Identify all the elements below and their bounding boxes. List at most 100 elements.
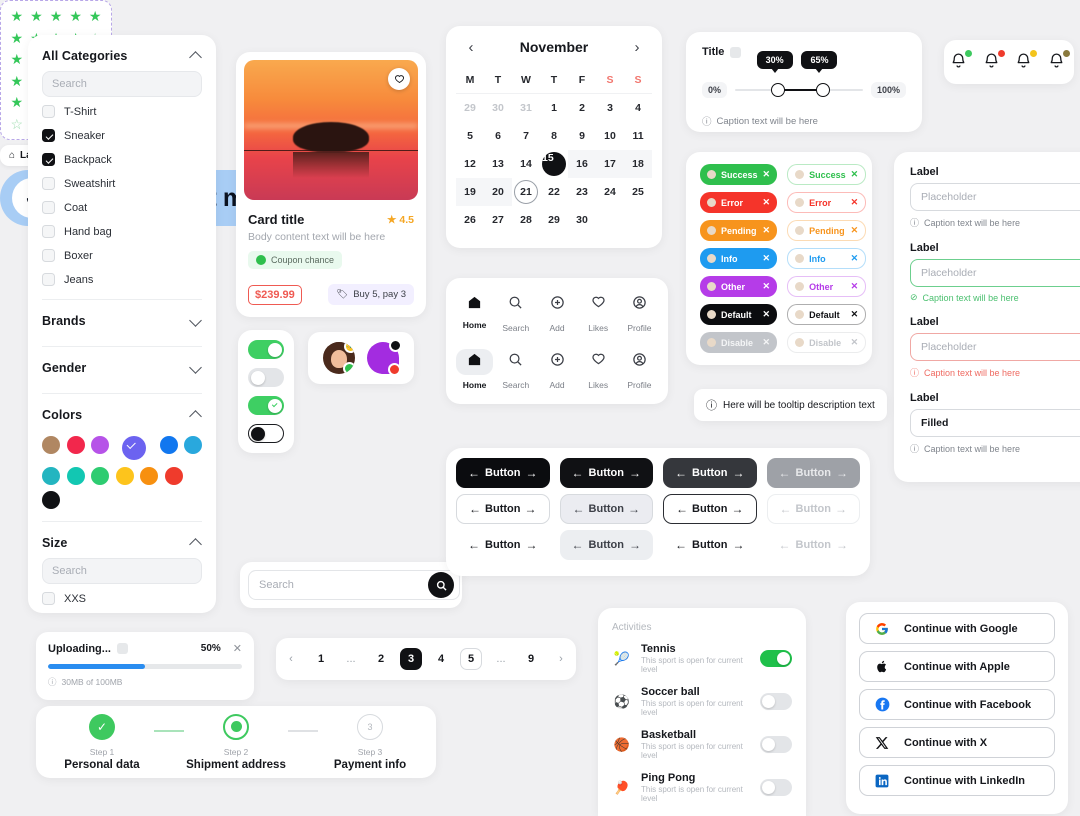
color-swatch[interactable] — [115, 466, 134, 485]
bell-yellow[interactable] — [1015, 50, 1038, 72]
tag-filled-other[interactable]: Other ✕ — [700, 276, 778, 297]
calendar-day[interactable]: 14 — [512, 150, 540, 178]
button-p2[interactable]: ← Button → — [559, 458, 653, 488]
chevron-up-icon[interactable] — [190, 537, 202, 549]
tag-outline-error[interactable]: Error ✕ — [787, 192, 867, 213]
next-month-button[interactable]: › — [628, 38, 646, 56]
page-2[interactable]: 2 — [370, 648, 392, 670]
checkbox[interactable] — [42, 201, 55, 214]
field-input-default[interactable]: Placeholder — [910, 183, 1080, 211]
toggle-off[interactable] — [248, 368, 284, 387]
calendar-day[interactable]: 8 — [540, 122, 568, 150]
tag-filled-default[interactable]: Default ✕ — [700, 304, 778, 325]
section-header-all-categories[interactable]: All Categories — [42, 35, 202, 71]
info-icon[interactable] — [730, 46, 742, 58]
page-9[interactable]: 9 — [520, 648, 542, 670]
page-4[interactable]: 4 — [430, 648, 452, 670]
chevron-up-icon[interactable] — [190, 50, 202, 62]
checkbox[interactable] — [42, 592, 55, 605]
social-button-linkedin[interactable]: Continue with LinkedIn — [859, 765, 1055, 796]
calendar-day[interactable]: 7 — [512, 122, 540, 150]
button-s1[interactable]: ← Button → — [456, 494, 550, 524]
page-3[interactable]: 3 — [400, 648, 422, 670]
tag-outline-pending[interactable]: Pending ✕ — [787, 220, 867, 241]
nav-item-profile[interactable]: Profile — [619, 349, 660, 390]
stepper-step-3[interactable]: 3 Step 3 Payment info — [318, 713, 422, 771]
promo-badge[interactable]: 🏷 Buy 5, pay 3 — [328, 284, 414, 305]
color-swatch[interactable] — [42, 491, 60, 509]
tag-filled-disable[interactable]: Disable ✕ — [700, 332, 778, 353]
tag-close-icon[interactable]: ✕ — [851, 309, 859, 320]
button-s2[interactable]: ← Button → — [559, 494, 653, 524]
checkbox[interactable] — [42, 249, 55, 262]
calendar-day[interactable]: 19 — [456, 178, 484, 206]
page-...[interactable]: ... — [490, 648, 512, 670]
calendar-day[interactable]: 23 — [568, 178, 596, 206]
tag-filled-pending[interactable]: Pending ✕ — [700, 220, 778, 241]
color-swatch[interactable] — [42, 466, 60, 485]
star-filled[interactable]: ★ — [66, 9, 86, 23]
tag-filled-error[interactable]: Error ✕ — [700, 192, 778, 213]
star-filled[interactable]: ★ — [46, 9, 66, 23]
next-page-button[interactable]: › — [550, 648, 572, 670]
calendar-day[interactable]: 1 — [540, 94, 568, 122]
star-empty[interactable]: ☆ — [7, 117, 27, 131]
calendar-day[interactable]: 11 — [624, 122, 652, 150]
calendar-day[interactable]: 5 — [456, 122, 484, 150]
checkbox[interactable] — [42, 177, 55, 190]
size-row[interactable]: XXS — [42, 589, 202, 608]
toggle-on-check[interactable] — [248, 396, 284, 415]
color-swatch[interactable] — [164, 466, 183, 485]
button-p1[interactable]: ← Button → — [456, 458, 550, 488]
tag-close-icon[interactable]: ✕ — [851, 225, 859, 236]
social-button-google[interactable]: Continue with Google — [859, 613, 1055, 644]
calendar-day[interactable]: 29 — [540, 206, 568, 234]
chevron-down-icon[interactable] — [190, 362, 202, 374]
star-filled[interactable]: ★ — [7, 95, 27, 109]
slider-knob-low[interactable] — [770, 82, 785, 97]
section-header-colors[interactable]: Colors — [42, 394, 202, 430]
pagination[interactable]: ‹ 1... 2 3 4 5... 9 › — [276, 638, 576, 680]
color-swatch[interactable] — [159, 436, 178, 454]
page-1[interactable]: 1 — [310, 648, 332, 670]
calendar-day[interactable]: 25 — [624, 178, 652, 206]
cancel-upload-icon[interactable]: ✕ — [233, 642, 242, 655]
calendar-day[interactable]: 9 — [568, 122, 596, 150]
calendar-day[interactable]: 30 — [484, 94, 512, 122]
calendar-day[interactable]: 30 — [568, 206, 596, 234]
tag-outline-disable[interactable]: Disable ✕ — [787, 332, 867, 353]
activity-toggle[interactable] — [760, 779, 792, 796]
toggle-on[interactable] — [248, 340, 284, 359]
slider-track[interactable]: 30% 65% — [735, 50, 863, 97]
nav-item-search[interactable]: Search — [495, 292, 536, 333]
tag-close-icon[interactable]: ✕ — [851, 197, 859, 208]
nav-item-search[interactable]: Search — [495, 349, 536, 390]
bell-olive[interactable] — [1048, 50, 1070, 72]
calendar-day[interactable]: 18 — [624, 150, 652, 178]
category-row[interactable]: Backpack — [42, 150, 202, 169]
category-row[interactable]: Hand bag — [42, 222, 202, 241]
chevron-down-icon[interactable] — [190, 315, 202, 327]
activity-toggle[interactable] — [760, 693, 792, 710]
button-g3[interactable]: ← Button → — [663, 530, 757, 560]
calendar-day[interactable]: 13 — [484, 150, 512, 178]
nav-item-profile[interactable]: Profile — [619, 292, 660, 333]
color-swatch[interactable] — [91, 466, 109, 485]
social-button-facebook[interactable]: Continue with Facebook — [859, 689, 1055, 720]
category-row[interactable]: Coat — [42, 198, 202, 217]
tag-close-icon[interactable]: ✕ — [851, 169, 859, 180]
tag-outline-info[interactable]: Info ✕ — [787, 248, 867, 269]
activity-toggle[interactable] — [760, 736, 792, 753]
color-swatch[interactable] — [122, 436, 147, 460]
calendar-day[interactable]: 24 — [596, 178, 624, 206]
stepper-step-1[interactable]: ✓ Step 1 Personal data — [50, 713, 154, 771]
calendar-day[interactable] — [596, 206, 624, 234]
calendar-day[interactable]: 27 — [484, 206, 512, 234]
calendar-day[interactable]: 12 — [456, 150, 484, 178]
checkbox[interactable] — [42, 153, 55, 166]
section-header-brands[interactable]: Brands — [42, 300, 202, 336]
tag-close-icon[interactable]: ✕ — [763, 309, 771, 320]
button-s3[interactable]: ← Button → — [663, 494, 757, 524]
bottom-nav-expanded[interactable]: Home Search Add Likes Profile — [452, 341, 662, 398]
tag-close-icon[interactable]: ✕ — [763, 225, 771, 236]
